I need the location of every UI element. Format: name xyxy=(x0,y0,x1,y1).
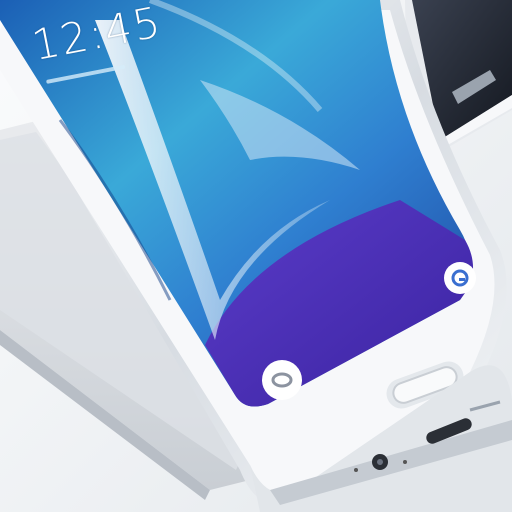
circle-app-icon[interactable] xyxy=(444,262,476,294)
earphone-jack xyxy=(372,454,388,470)
camera-icon[interactable] xyxy=(262,360,302,400)
phone-photo xyxy=(0,0,512,512)
